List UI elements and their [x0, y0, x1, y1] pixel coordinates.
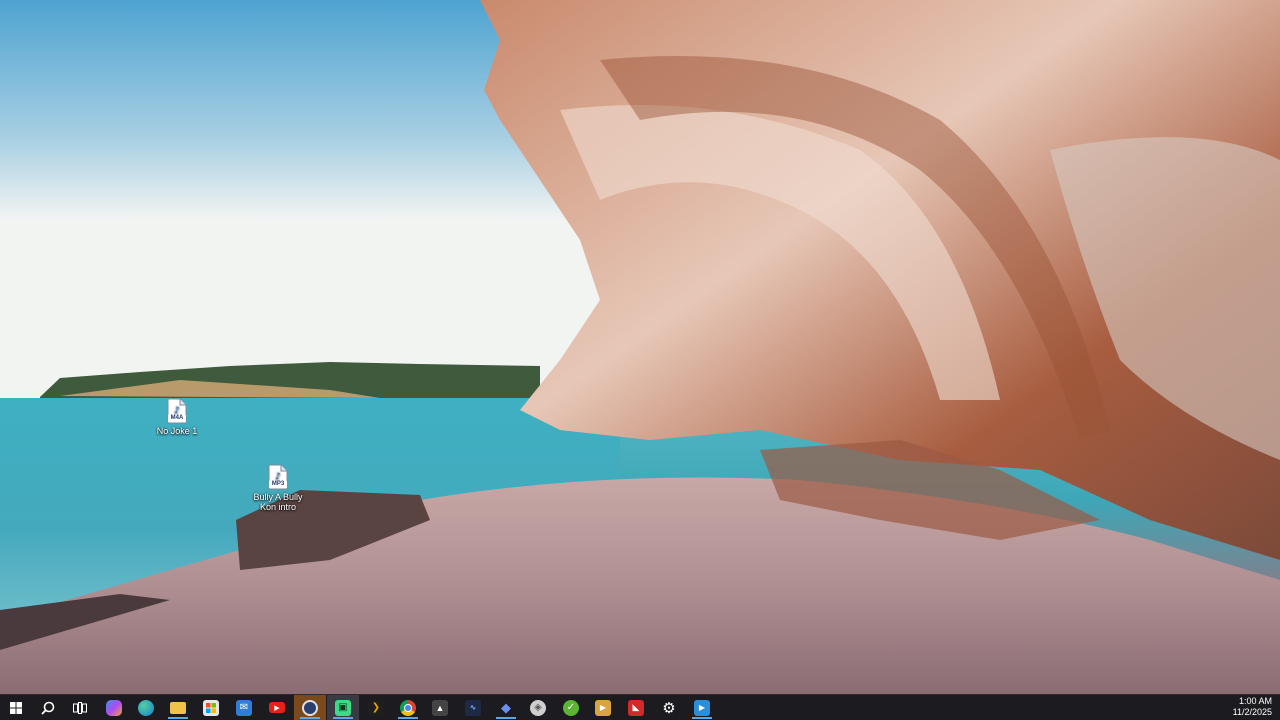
folder-icon [170, 701, 186, 714]
taskbar-app-copilot[interactable] [98, 695, 130, 720]
green-app-icon: ✓ [563, 699, 579, 716]
desktop: ♪ M4A No Joke 1 ♪ MP3 Bully A Bully Kon … [0, 0, 1280, 694]
waveform-icon: ∿ [465, 699, 481, 716]
taskbar-app-diamond[interactable]: ◆ [490, 695, 522, 720]
taskbar-app-outlook[interactable]: ✉ [228, 695, 260, 720]
system-clock[interactable]: 1:00 AM 11/2/2025 [1233, 696, 1272, 718]
task-view-icon [73, 701, 87, 714]
desktop-file-label: Bully A Bully Kon intro [253, 492, 303, 512]
taskbar-app-audio-editor[interactable]: ∿ [457, 695, 489, 720]
taskbar-app-shield[interactable]: ◈ [522, 695, 554, 720]
taskbar-app-chrome[interactable] [392, 695, 424, 720]
media-app-icon: ▶ [694, 699, 710, 716]
shield-app-icon: ◈ [530, 699, 546, 716]
desktop-file-label: No Joke 1 [156, 426, 198, 436]
taskbar-app-circle[interactable] [294, 695, 326, 720]
desktop-file-bully-a-bully[interactable]: ♪ MP3 Bully A Bully Kon intro [238, 464, 318, 512]
triangle-app-icon: ▲ [432, 699, 448, 716]
edge-icon [138, 699, 154, 716]
android-icon: ▣ [335, 699, 351, 716]
taskbar-app-media[interactable]: ▶ [686, 695, 718, 720]
red-app-icon: ◣ [628, 699, 644, 716]
taskbar-app-settings[interactable]: ⚙ [653, 695, 685, 720]
video-app-icon: ▶ [595, 699, 611, 716]
task-view-button[interactable] [64, 695, 96, 720]
taskbar: ✉ ▶ ▣ ❯ ▲ ∿ ◆ ◈ ✓ ▶ ◣ ⚙ ▶ 1:00 AM 11/2/2… [0, 694, 1280, 720]
search-button[interactable] [32, 695, 64, 720]
taskbar-app-edge[interactable] [130, 695, 162, 720]
file-type-badge: MP3 [271, 481, 285, 487]
search-icon [41, 701, 55, 715]
plex-icon: ❯ [368, 699, 384, 716]
start-button[interactable] [0, 695, 32, 720]
copilot-icon [106, 699, 122, 716]
diamond-app-icon: ◆ [501, 699, 511, 715]
taskbar-app-triangle[interactable]: ▲ [424, 695, 456, 720]
youtube-icon: ▶ [269, 702, 285, 713]
taskbar-app-android[interactable]: ▣ [327, 695, 359, 720]
file-type-badge: M4A [170, 415, 184, 421]
taskbar-app-file-explorer[interactable] [162, 695, 194, 720]
audio-file-icon: ♪ M4A [167, 398, 187, 424]
taskbar-app-store[interactable] [195, 695, 227, 720]
taskbar-app-youtube[interactable]: ▶ [261, 695, 293, 720]
wallpaper-image [0, 0, 1280, 694]
circle-app-icon [302, 699, 318, 716]
store-icon [203, 699, 219, 716]
taskbar-app-plex[interactable]: ❯ [360, 695, 392, 720]
mail-icon: ✉ [236, 699, 252, 716]
desktop-file-no-joke[interactable]: ♪ M4A No Joke 1 [137, 398, 217, 436]
clock-date: 11/2/2025 [1232, 707, 1272, 717]
audio-file-icon: ♪ MP3 [268, 464, 288, 490]
taskbar-app-green[interactable]: ✓ [555, 695, 587, 720]
clock-time: 1:00 AM [1238, 696, 1272, 706]
gear-icon: ⚙ [662, 699, 676, 717]
windows-logo-icon [10, 701, 22, 714]
taskbar-app-red[interactable]: ◣ [620, 695, 652, 720]
chrome-icon [400, 699, 416, 716]
taskbar-app-video[interactable]: ▶ [587, 695, 619, 720]
